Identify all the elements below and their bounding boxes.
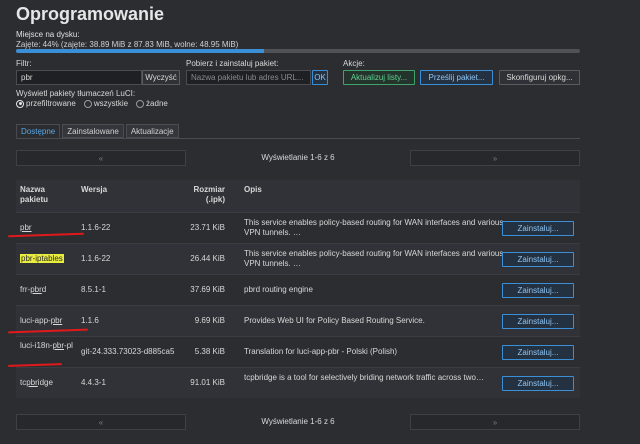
radio-unchecked-icon: [83, 99, 92, 108]
package-size: 37.69 KiB: [190, 285, 225, 294]
name-suffix: idge: [37, 378, 53, 387]
name-prefix: frr-: [20, 285, 31, 294]
table-row: tcpbridge 4.4.3-1 91.01 KiB tcpbridge is a …: [16, 367, 580, 398]
name-prefix: luci-i18n-: [20, 341, 53, 350]
header-name-line2: pakietu: [20, 195, 49, 204]
header-size: Rozmiar (.ipk): [161, 185, 225, 205]
install-button[interactable]: Zainstaluj...: [502, 283, 574, 298]
install-button[interactable]: Zainstaluj...: [502, 221, 574, 236]
header-description: Opis: [244, 185, 262, 194]
actions-label: Akcje:: [343, 59, 365, 68]
table-body: pbr 1.1.6-22 23.71 KiB This service enables…: [16, 212, 580, 398]
package-description: Translation for luci-app-pbr - Polski (P…: [244, 347, 398, 356]
name-match: pbr: [52, 341, 65, 350]
upload-package-button[interactable]: Prześlij pakiet...: [420, 70, 493, 85]
header-size-line1: Rozmiar: [193, 185, 225, 194]
header-version: Wersja: [81, 185, 108, 194]
page-title: Oprogramowanie: [16, 4, 165, 24]
radio-all[interactable]: wszystkie: [83, 99, 129, 108]
name-match: pbr-iptables: [20, 254, 64, 263]
pager-bottom: « Wyświetlanie 1-6 z 6 »: [16, 414, 580, 430]
filter-input[interactable]: [16, 70, 142, 85]
package-name: pbr-iptables: [20, 254, 78, 264]
radio-unchecked-icon: [136, 99, 145, 108]
table-row: luci-i18n-pbr-pl git-24.333.73023-d885ca5…: [16, 336, 580, 367]
table-header: Nazwa pakietu Wersja Rozmiar (.ipk) Opis: [16, 180, 580, 212]
configure-opkg-button[interactable]: Skonfiguruj opkg...: [499, 70, 580, 85]
package-size: 23.71 KiB: [190, 223, 225, 232]
next-page-button[interactable]: »: [410, 414, 580, 430]
package-name: luci-i18n-pbr-pl: [20, 341, 78, 351]
table-row: luci-app-pbr 1.1.6 9.69 KiB Provides Web UI…: [16, 305, 580, 336]
package-description: This service enables policy-based routin…: [244, 218, 504, 237]
package-name: luci-app-pbr: [20, 316, 78, 326]
table-row: pbr 1.1.6-22 23.71 KiB This service enables…: [16, 212, 580, 243]
header-name-line1: Nazwa: [20, 185, 45, 194]
radio-label: przefiltrowane: [26, 99, 76, 108]
clear-filter-button[interactable]: Wyczyść: [142, 70, 180, 85]
package-description: pbrd routing engine: [244, 285, 313, 294]
name-prefix: luci-app-: [20, 316, 51, 325]
package-description: tcpbridge is a tool for selectively brid…: [244, 373, 484, 382]
table-row: frr-pbrd 8.5.1-1 37.69 KiB pbrd routing eng…: [16, 274, 580, 305]
packages-table: Nazwa pakietu Wersja Rozmiar (.ipk) Opis p…: [16, 180, 580, 398]
table-row: pbr-iptables 1.1.6-22 26.44 KiB This servic…: [16, 243, 580, 274]
package-description: This service enables policy-based routin…: [244, 249, 504, 268]
radio-none[interactable]: żadne: [136, 99, 168, 108]
name-suffix: d: [41, 285, 47, 294]
name-match: pbr: [50, 316, 63, 325]
pager-top: « Wyświetlanie 1-6 z 6 »: [16, 150, 580, 166]
package-name: tcpbridge: [20, 378, 78, 388]
tab-bar: Dostępne Zainstalowane Aktualizacje: [16, 124, 179, 138]
package-url-input[interactable]: [186, 70, 311, 85]
install-button[interactable]: Zainstaluj...: [502, 376, 574, 391]
install-button[interactable]: Zainstaluj...: [502, 314, 574, 329]
disk-usage-bar: [16, 49, 580, 53]
package-size: 9.69 KiB: [194, 316, 225, 325]
radio-checked-icon: [16, 99, 24, 108]
package-size: 5.38 KiB: [194, 347, 225, 356]
filter-label: Filtr:: [16, 59, 32, 68]
ok-button[interactable]: OK: [312, 70, 328, 85]
radio-label: żadne: [146, 99, 168, 108]
package-name: frr-pbrd: [20, 285, 78, 295]
radio-filtered[interactable]: przefiltrowane: [16, 99, 76, 108]
tab-available[interactable]: Dostępne: [16, 124, 61, 138]
translations-label: Wyświetl pakiety tłumaczeń LuCI:: [16, 89, 136, 98]
install-button[interactable]: Zainstaluj...: [502, 345, 574, 360]
install-button[interactable]: Zainstaluj...: [502, 252, 574, 267]
tab-installed[interactable]: Zainstalowane: [62, 124, 124, 138]
download-label: Pobierz i zainstaluj pakiet:: [186, 59, 279, 68]
name-match: pbr: [20, 223, 32, 232]
tab-updates[interactable]: Aktualizacje: [125, 124, 179, 138]
next-page-button[interactable]: »: [410, 150, 580, 166]
package-size: 26.44 KiB: [190, 254, 225, 263]
package-description: Provides Web UI for Policy Based Routing…: [244, 316, 425, 325]
name-match: pbr: [30, 285, 42, 294]
disk-usage-text: Zajęte: 44% (zajęte: 38.89 MiB z 87.83 M…: [16, 40, 239, 49]
name-match: pbr: [26, 378, 38, 387]
disk-label: Miejsce na dysku:: [16, 30, 80, 39]
radio-label: wszystkie: [93, 99, 129, 108]
name-suffix: -pl: [64, 341, 73, 350]
package-size: 91.01 KiB: [190, 378, 225, 387]
header-size-line2: (.ipk): [205, 195, 225, 204]
tab-divider: [16, 138, 580, 139]
header-name: Nazwa pakietu: [20, 185, 48, 205]
update-lists-button[interactable]: Aktualizuj listy...: [343, 70, 415, 85]
disk-usage-fill: [16, 49, 265, 53]
translations-radio-group: przefiltrowane wszystkie żadne: [16, 99, 168, 108]
package-name: pbr: [20, 223, 78, 233]
